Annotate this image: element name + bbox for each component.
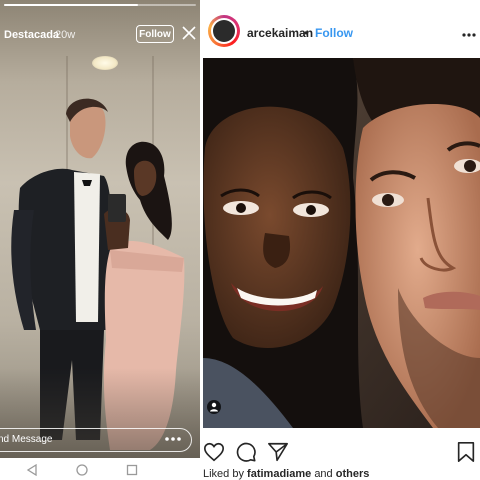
liked-others-link[interactable]: others: [336, 468, 370, 480]
avatar-image: [213, 20, 235, 42]
share-icon[interactable]: [267, 441, 289, 463]
liked-by-text: Liked by fatimadiame and others: [203, 468, 369, 480]
story-username[interactable]: Destacada: [4, 29, 59, 41]
android-nav-bar: [0, 458, 200, 480]
options-dots-icon[interactable]: [462, 33, 476, 37]
post-actions: [203, 434, 480, 468]
story-follow-button[interactable]: Follow: [136, 25, 174, 43]
home-circle-icon[interactable]: [76, 464, 88, 476]
post-photo[interactable]: [203, 58, 480, 428]
heart-icon[interactable]: [203, 441, 225, 463]
back-triangle-icon[interactable]: [26, 464, 38, 476]
avatar[interactable]: [208, 15, 240, 47]
separator-dot: •: [304, 26, 309, 40]
recents-square-icon[interactable]: [126, 464, 138, 476]
more-dots-icon[interactable]: [164, 434, 182, 444]
close-icon[interactable]: [182, 26, 196, 40]
post-photo-selfie: [203, 58, 480, 428]
story-viewer: Destacada 20w Follow nd Message: [0, 0, 200, 458]
liked-user-link[interactable]: fatimadiame: [247, 468, 311, 480]
liked-middle: and: [314, 468, 333, 480]
post-follow-button[interactable]: Follow: [315, 26, 353, 40]
send-message-placeholder: nd Message: [0, 434, 53, 445]
liked-prefix: Liked by: [203, 468, 244, 480]
bookmark-icon[interactable]: [455, 441, 477, 463]
instagram-post: arcekaiman • Follow Liked by fatimadiame…: [203, 0, 480, 480]
person-tag-icon[interactable]: [207, 400, 221, 414]
comment-icon[interactable]: [235, 441, 257, 463]
post-header: arcekaiman • Follow: [203, 0, 480, 64]
story-age: 20w: [55, 29, 76, 41]
